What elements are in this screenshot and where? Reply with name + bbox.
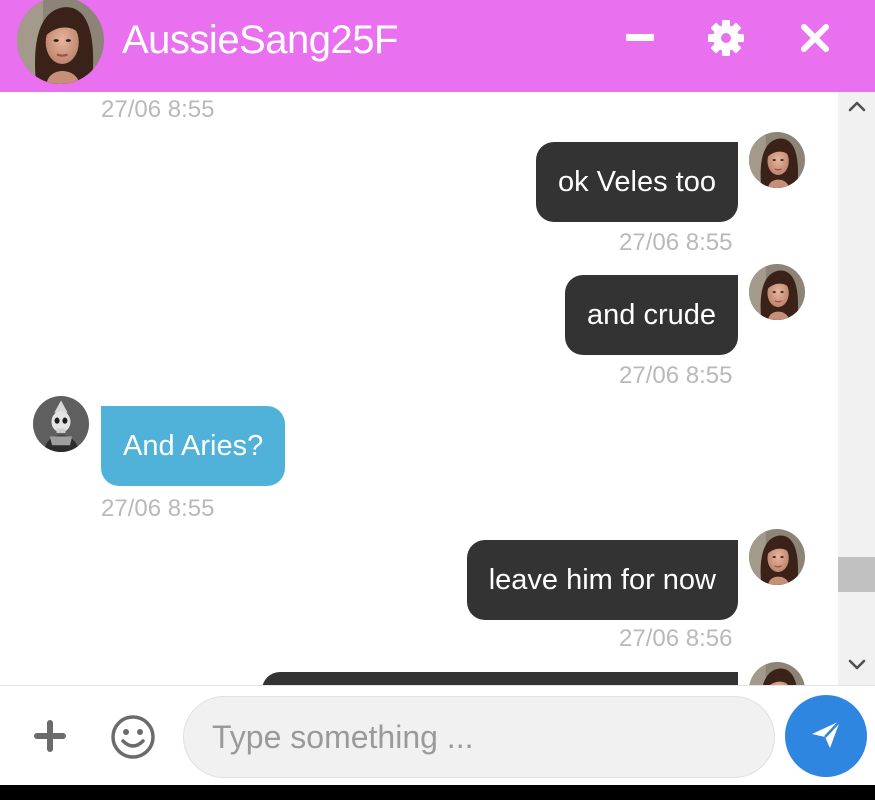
gear-icon <box>707 19 745 62</box>
minimize-button[interactable] <box>618 18 662 62</box>
outgoing-message <box>262 672 738 685</box>
contact-name[interactable]: AussieSang25F <box>122 16 398 64</box>
settings-button[interactable] <box>704 18 748 62</box>
close-icon <box>799 22 831 59</box>
sender-avatar <box>749 529 805 585</box>
outgoing-message: and crude <box>565 275 738 355</box>
message-timestamp: 27/06 8:56 <box>619 625 733 652</box>
outgoing-message: leave him for now <box>466 540 738 620</box>
scroll-up-button[interactable] <box>838 92 875 124</box>
message-timestamp: 27/06 8:55 <box>619 362 733 389</box>
message-input[interactable]: Type something ... <box>183 696 775 778</box>
message-scrollbar[interactable] <box>838 92 875 685</box>
chat-window: AussieSang25F 27/06 8:55 ok Veles too 27… <box>0 0 875 785</box>
incoming-message: And Aries? <box>101 406 286 486</box>
scroll-down-button[interactable] <box>838 651 875 683</box>
attach-button[interactable] <box>28 716 72 760</box>
sender-avatar <box>749 264 805 320</box>
message-composer: Type something ... <box>0 685 875 785</box>
paper-plane-icon <box>808 716 844 757</box>
minus-icon <box>622 20 658 61</box>
message-list[interactable]: 27/06 8:55 ok Veles too 27/06 8:55 and c… <box>0 92 838 685</box>
chat-header: AussieSang25F <box>0 0 875 92</box>
scrollbar-thumb[interactable] <box>838 557 875 592</box>
plus-icon <box>34 719 66 757</box>
message-timestamp: 27/06 8:55 <box>619 229 733 256</box>
outgoing-message: ok Veles too <box>536 142 738 222</box>
send-button[interactable] <box>785 695 867 777</box>
message-timestamp: 27/06 8:55 <box>101 495 215 522</box>
smiley-icon <box>109 713 157 766</box>
emoji-button[interactable] <box>106 712 160 766</box>
message-timestamp: 27/06 8:55 <box>101 96 215 123</box>
contact-avatar-small <box>33 396 89 452</box>
close-button[interactable] <box>793 18 837 62</box>
chevron-down-icon <box>848 658 866 676</box>
contact-avatar[interactable] <box>17 0 104 84</box>
chevron-up-icon <box>848 99 866 117</box>
sender-avatar <box>749 132 805 188</box>
sender-avatar <box>749 662 805 685</box>
